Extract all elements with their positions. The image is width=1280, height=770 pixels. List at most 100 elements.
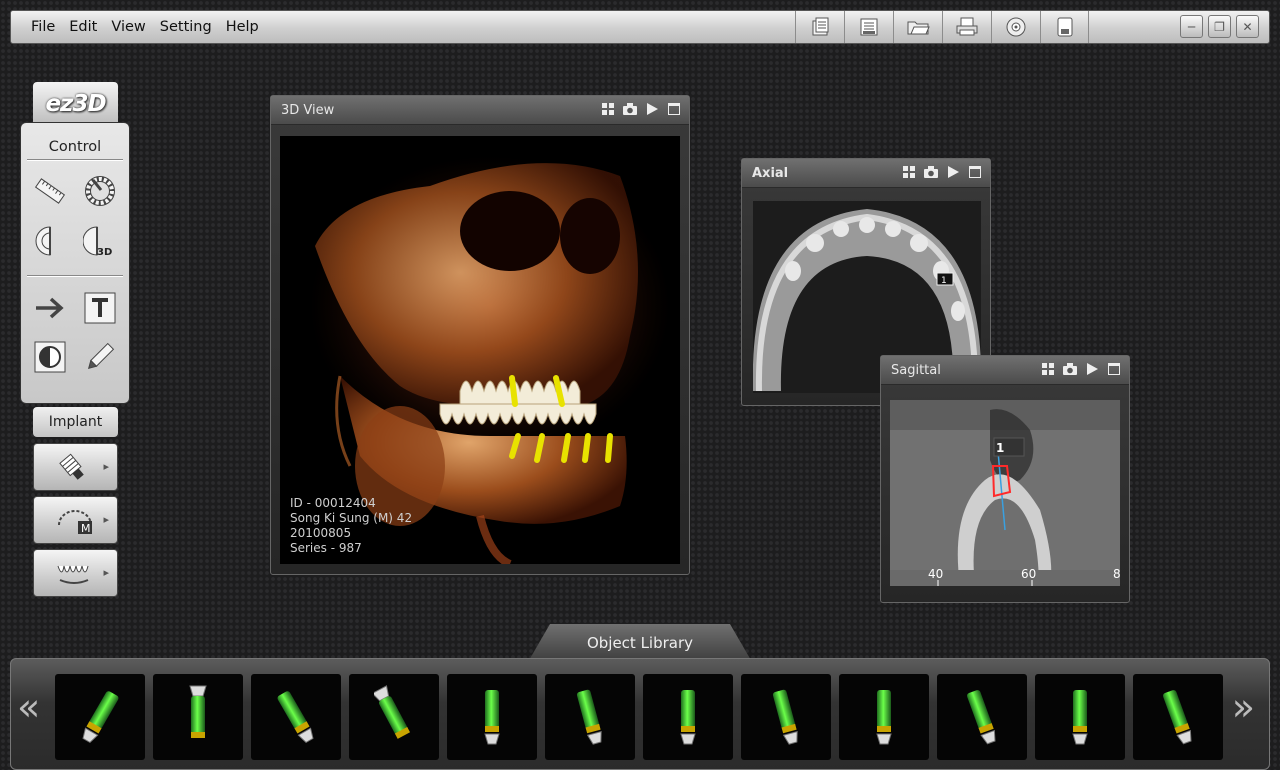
maximize-icon[interactable] [667, 102, 681, 116]
axial-marker: 1 [941, 276, 947, 286]
teeth-button[interactable]: ▸ [33, 549, 118, 597]
implant-item[interactable] [937, 674, 1027, 760]
close-button[interactable]: ✕ [1236, 15, 1259, 38]
object-library-tab[interactable]: Object Library [528, 624, 752, 662]
menu-view[interactable]: View [111, 19, 145, 35]
menu-bar: File Edit View Setting Help [31, 11, 273, 43]
minimize-button[interactable]: ─ [1180, 15, 1203, 38]
ruler-label-40: 40 [928, 567, 943, 581]
document-list-button[interactable] [795, 11, 844, 43]
camera-icon[interactable] [623, 102, 637, 116]
implant-item[interactable] [839, 674, 929, 760]
restore-button[interactable]: ❐ [1208, 15, 1231, 38]
print-button[interactable] [942, 11, 991, 43]
close-icon: ✕ [1242, 19, 1253, 34]
implant-icon [374, 685, 411, 739]
implant-flashlight-icon [59, 453, 84, 480]
menu-file[interactable]: File [31, 19, 55, 35]
arrow-tool[interactable] [32, 290, 68, 326]
open-folder-button[interactable] [893, 11, 942, 43]
save-button[interactable] [844, 11, 893, 43]
implant-item[interactable] [545, 674, 635, 760]
implant-item[interactable] [251, 674, 341, 760]
arrow-icon [36, 297, 64, 319]
object-library: « » [10, 658, 1270, 770]
implant-placement-button[interactable]: ▸ [33, 443, 118, 491]
implant-icon [876, 690, 892, 745]
save-icon [860, 18, 878, 36]
implant-icon [1163, 690, 1192, 745]
implant-icon [1072, 690, 1088, 745]
sagittal-scan: 1 40 60 8 [890, 400, 1120, 586]
ruler-label-80: 8 [1113, 567, 1120, 581]
series-number: Series - 987 [290, 541, 362, 555]
top-bar: File Edit View Setting Help ─ ❐ ✕ [10, 10, 1270, 44]
implant-icon [772, 689, 798, 745]
angle-ring-icon [85, 176, 115, 206]
print-icon [956, 17, 978, 36]
text-tool-icon [84, 292, 116, 324]
menu-edit[interactable]: Edit [69, 19, 97, 35]
layout-grid-icon[interactable] [1041, 362, 1055, 376]
layout-grid-icon[interactable] [902, 165, 916, 179]
ruler-label-60: 60 [1021, 567, 1036, 581]
arch-curve-button[interactable]: M ▸ [33, 496, 118, 544]
play-icon[interactable] [946, 165, 960, 179]
half-circle-3d-tool[interactable]: 3D [82, 223, 118, 259]
ruler-tool[interactable] [32, 173, 68, 209]
control-panel: Control 3D [20, 122, 130, 404]
disc-button[interactable] [991, 11, 1040, 43]
maximize-icon[interactable] [968, 165, 982, 179]
implant-item[interactable] [643, 674, 733, 760]
pencil-tool[interactable] [82, 339, 118, 375]
play-icon[interactable] [645, 102, 659, 116]
layout-grid-icon[interactable] [601, 102, 615, 116]
implant-item[interactable] [1035, 674, 1125, 760]
study-date: 20100805 [290, 526, 352, 540]
library-next-button[interactable]: » [1232, 685, 1255, 729]
angle-tool[interactable] [82, 173, 118, 209]
svg-text:3D: 3D [97, 247, 112, 258]
implant-item[interactable] [153, 674, 243, 760]
half-circle-tool[interactable] [32, 223, 68, 259]
implant-item[interactable] [349, 674, 439, 760]
implant-item[interactable] [741, 674, 831, 760]
camera-icon[interactable] [1063, 362, 1077, 376]
sagittal-header: Sagittal [881, 356, 1129, 385]
teeth-icon [57, 565, 89, 584]
implant-item[interactable] [1133, 674, 1223, 760]
camera-icon[interactable] [924, 165, 938, 179]
implant-item[interactable] [447, 674, 537, 760]
save-as-button[interactable] [1040, 11, 1089, 43]
view-3d-panel: 3D View ID - 00012404 Song Ki Sung (M) 4… [270, 95, 690, 575]
arch-m-icon: M [58, 510, 92, 535]
minimize-icon: ─ [1187, 19, 1196, 34]
contrast-tool[interactable] [32, 339, 68, 375]
implant-tab[interactable]: Implant [33, 407, 118, 437]
maximize-icon[interactable] [1107, 362, 1121, 376]
patient-name: Song Ki Sung (M) 42 [290, 511, 413, 525]
view-3d-title: 3D View [281, 102, 335, 118]
contrast-icon [34, 341, 66, 373]
patient-info: ID - 00012404 Song Ki Sung (M) 42 201008… [290, 496, 412, 556]
view-3d-toolbar [601, 102, 681, 116]
implant-icon [277, 691, 314, 744]
menu-setting[interactable]: Setting [160, 19, 212, 35]
open-folder-icon [907, 21, 930, 35]
half-circle-icon [35, 226, 51, 256]
axial-toolbar [902, 165, 982, 179]
chevron-right-icon: ▸ [103, 460, 109, 473]
implant-item[interactable] [55, 674, 145, 760]
text-tool[interactable] [82, 290, 118, 326]
library-prev-button[interactable]: « [17, 685, 40, 729]
restore-icon: ❐ [1214, 19, 1225, 34]
control-divider-2 [27, 275, 123, 277]
svg-text:M: M [81, 522, 91, 535]
sagittal-marker: 1 [996, 441, 1004, 455]
sagittal-viewport[interactable]: 1 40 60 8 [890, 400, 1120, 586]
play-icon[interactable] [1085, 362, 1099, 376]
view-3d-viewport[interactable]: ID - 00012404 Song Ki Sung (M) 42 201008… [280, 136, 680, 564]
chevron-right-icon: ▸ [103, 566, 109, 579]
implant-icon [189, 685, 207, 738]
menu-help[interactable]: Help [226, 19, 259, 35]
